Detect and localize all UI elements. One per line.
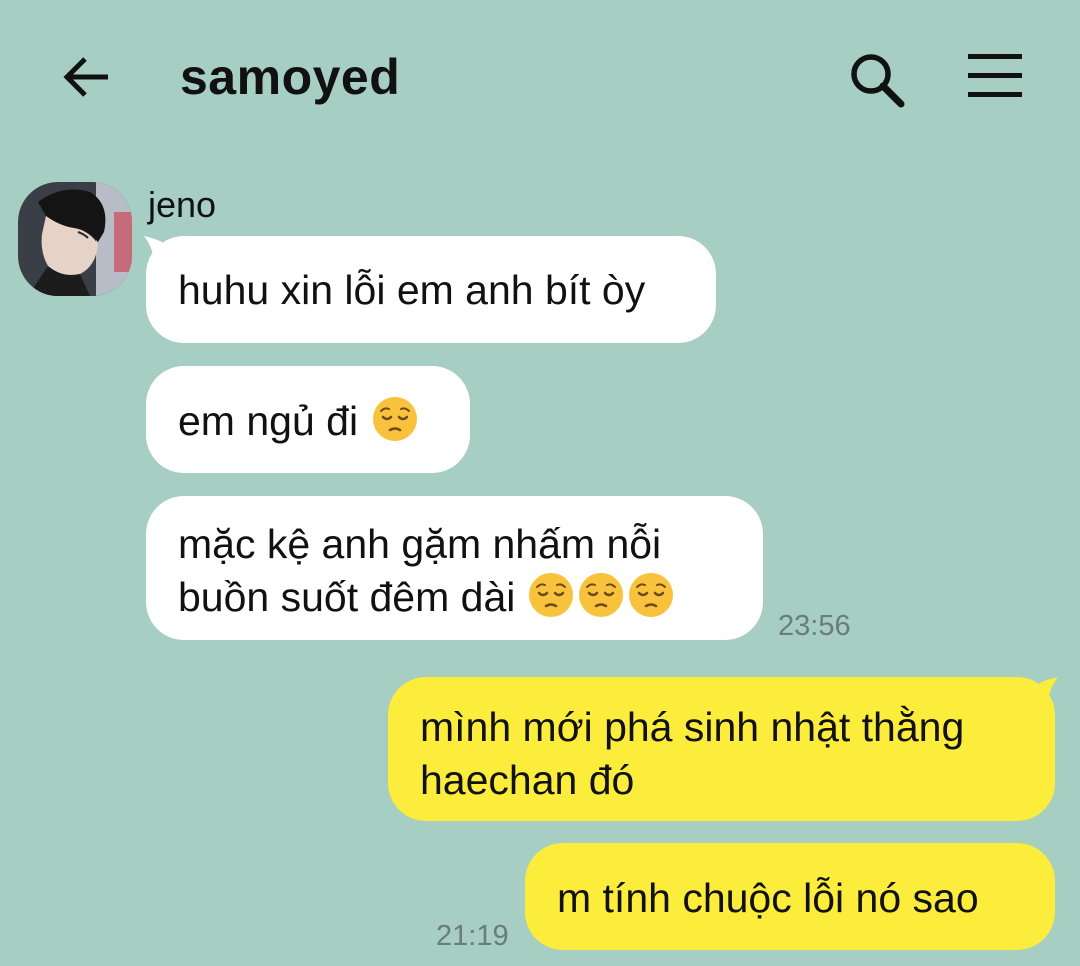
message-text-line: mặc kệ anh gặm nhấm nỗi <box>178 521 662 567</box>
menu-button[interactable] <box>966 52 1024 100</box>
profile-photo <box>18 182 132 296</box>
message-text-line: mình mới phá sinh nhật thằng <box>420 704 965 750</box>
message-bubble-incoming[interactable]: huhu xin lỗi em anh bít òy <box>146 236 716 343</box>
chat-header: samoyed <box>0 0 1080 150</box>
message-text-line: buồn suốt đêm dài <box>178 574 516 620</box>
avatar[interactable] <box>18 182 132 296</box>
pensive-face-icon <box>627 571 675 619</box>
message-bubble-incoming[interactable]: em ngủ đi <box>146 366 470 473</box>
search-icon <box>851 54 905 108</box>
arrow-left-icon <box>63 57 108 97</box>
pensive-face-icon <box>577 571 625 619</box>
message-text: huhu xin lỗi em anh bít òy <box>178 267 646 313</box>
message-text: m tính chuộc lỗi nó sao <box>557 875 979 921</box>
message-text: em ngủ đi <box>178 398 359 444</box>
search-button[interactable] <box>845 48 907 110</box>
back-button[interactable] <box>58 50 114 106</box>
message-text-line-with-emoji: buồn suốt đêm dài <box>178 571 731 624</box>
pensive-face-icon <box>527 571 575 619</box>
pensive-face-icon <box>371 395 419 443</box>
message-bubble-outgoing[interactable]: m tính chuộc lỗi nó sao <box>525 843 1055 950</box>
message-text-line: haechan đó <box>420 757 635 803</box>
sender-name: jeno <box>148 184 217 225</box>
message-bubble-outgoing[interactable]: mình mới phá sinh nhật thằng haechan đó <box>388 677 1055 821</box>
message-timestamp: 23:56 <box>778 610 851 642</box>
message-bubble-incoming[interactable]: mặc kệ anh gặm nhấm nỗi buồn suốt đêm dà… <box>146 496 763 640</box>
message-timestamp: 21:19 <box>436 920 509 952</box>
hamburger-menu-icon <box>968 54 1022 97</box>
chat-title: samoyed <box>180 49 401 105</box>
